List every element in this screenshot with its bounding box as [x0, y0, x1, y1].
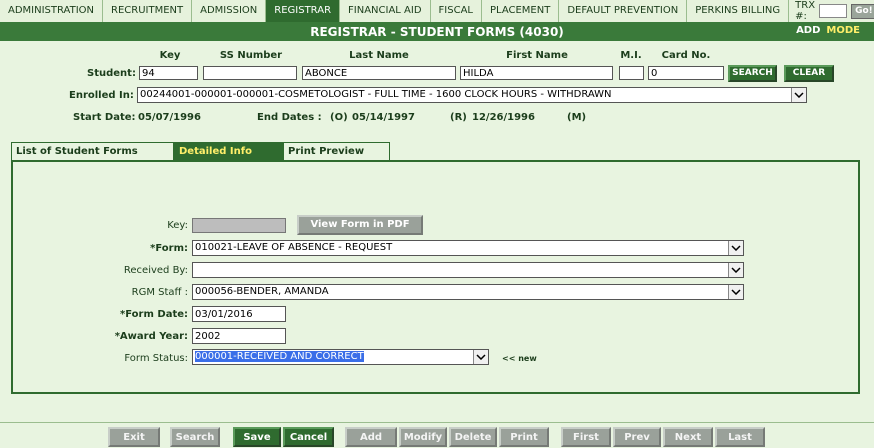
chevron-down-icon[interactable] [473, 350, 488, 364]
trx-input[interactable] [819, 4, 848, 18]
form-label: *Form: [150, 243, 188, 254]
save-button[interactable]: Save [233, 427, 281, 447]
first-button[interactable]: First [561, 427, 611, 447]
chevron-down-icon[interactable] [728, 285, 743, 299]
go-button[interactable]: Go! [851, 3, 874, 19]
card-no-header: Card No. [661, 50, 711, 61]
end-date-r-value: 12/26/1996 [472, 112, 535, 123]
mode-indicator: ADD MODE [796, 25, 860, 36]
enrolled-select[interactable]: 00244001-000001-000001-COSMETOLOGIST - F… [137, 87, 807, 103]
clear-button[interactable]: CLEAR [784, 65, 834, 82]
form-status-value: 000001-RECEIVED AND CORRECT [195, 351, 364, 362]
trx-group: TRX #: Go! [795, 0, 874, 22]
enrolled-label: Enrolled In: [69, 90, 134, 101]
form-status-label: Form Status: [124, 353, 188, 364]
modify-button[interactable]: Modify [399, 427, 447, 447]
chevron-down-icon[interactable] [791, 88, 806, 102]
prev-button[interactable]: Prev [613, 427, 661, 447]
start-date-value: 05/07/1996 [138, 112, 201, 123]
nav-financial-aid[interactable]: FINANCIAL AID [340, 0, 431, 22]
nav-default-prevention[interactable]: DEFAULT PREVENTION [559, 0, 688, 22]
form-status-select[interactable]: 000001-RECEIVED AND CORRECT [192, 349, 489, 365]
enrolled-value: 00244001-000001-000001-COSMETOLOGIST - F… [140, 89, 612, 100]
next-button[interactable]: Next [663, 427, 713, 447]
search-bottom-button[interactable]: Search [170, 427, 220, 447]
end-date-r-label: (R) [450, 112, 467, 123]
rgm-staff-label: RGM Staff : [131, 287, 188, 298]
end-date-o-label: (O) [330, 112, 348, 123]
title-bar: REGISTRAR - STUDENT FORMS (4030) ADD MODE [0, 22, 874, 41]
start-date-label: Start Date: [73, 112, 136, 123]
end-date-m-label: (M) [567, 112, 587, 123]
student-key-input[interactable]: 94 [139, 66, 198, 80]
form-key-label: Key: [167, 220, 188, 231]
rgm-staff-value: 000056-BENDER, AMANDA [195, 286, 329, 297]
student-label: Student: [87, 68, 136, 79]
mi-input[interactable] [619, 66, 644, 80]
form-key-input [192, 218, 286, 233]
key-header: Key [159, 50, 181, 61]
award-year-input[interactable]: 2002 [192, 328, 286, 344]
form-date-label: *Form Date: [120, 309, 188, 320]
received-by-label: Received By: [123, 265, 188, 276]
ss-number-input[interactable] [203, 66, 297, 80]
tab-detailed-info[interactable]: Detailed Info [174, 142, 283, 160]
last-name-input[interactable]: ABONCE [302, 66, 456, 80]
new-status-link[interactable]: << new [502, 354, 537, 363]
form-select[interactable]: 010021-LEAVE OF ABSENCE - REQUEST [192, 240, 744, 256]
print-button[interactable]: Print [499, 427, 549, 447]
cancel-button[interactable]: Cancel [283, 427, 334, 447]
tab-print-preview[interactable]: Print Preview [283, 142, 390, 160]
end-dates-label: End Dates : [257, 112, 322, 123]
exit-button[interactable]: Exit [108, 427, 160, 447]
trx-label: TRX #: [795, 0, 816, 22]
nav-administration[interactable]: ADMINISTRATION [0, 0, 104, 22]
mode-label: MODE [826, 25, 860, 36]
nav-admission[interactable]: ADMISSION [192, 0, 267, 22]
delete-button[interactable]: Delete [449, 427, 497, 447]
ss-number-header: SS Number [219, 50, 283, 61]
nav-perkins-billing[interactable]: PERKINS BILLING [687, 0, 790, 22]
add-button[interactable]: Add [345, 427, 397, 447]
form-date-input[interactable]: 03/01/2016 [192, 306, 286, 322]
nav-recruitment[interactable]: RECRUITMENT [103, 0, 193, 22]
form-select-value: 010021-LEAVE OF ABSENCE - REQUEST [195, 242, 393, 253]
received-by-select[interactable] [192, 262, 744, 278]
card-no-input[interactable]: 0 [648, 66, 724, 80]
chevron-down-icon[interactable] [728, 263, 743, 277]
mi-header: M.I. [620, 50, 642, 61]
first-name-input[interactable]: HILDA [460, 66, 613, 80]
nav-fiscal[interactable]: FISCAL [431, 0, 482, 22]
form-tabs: List of Student Forms Detailed Info Prin… [11, 142, 390, 160]
last-button[interactable]: Last [715, 427, 765, 447]
mode-add: ADD [796, 25, 821, 36]
nav-registrar[interactable]: REGISTRAR [266, 0, 341, 22]
award-year-label: *Award Year: [114, 331, 188, 342]
rgm-staff-select[interactable]: 000056-BENDER, AMANDA [192, 284, 744, 300]
nav-placement[interactable]: PLACEMENT [482, 0, 560, 22]
first-name-header: First Name [506, 50, 568, 61]
view-form-pdf-button[interactable]: View Form in PDF [297, 215, 423, 235]
end-date-o-value: 05/14/1997 [352, 112, 415, 123]
chevron-down-icon[interactable] [728, 241, 743, 255]
top-nav: ADMINISTRATION RECRUITMENT ADMISSION REG… [0, 0, 874, 24]
search-button[interactable]: SEARCH [728, 65, 777, 82]
page-title: REGISTRAR - STUDENT FORMS (4030) [310, 24, 564, 39]
last-name-header: Last Name [349, 50, 409, 61]
tab-list-of-student-forms[interactable]: List of Student Forms [11, 142, 174, 160]
